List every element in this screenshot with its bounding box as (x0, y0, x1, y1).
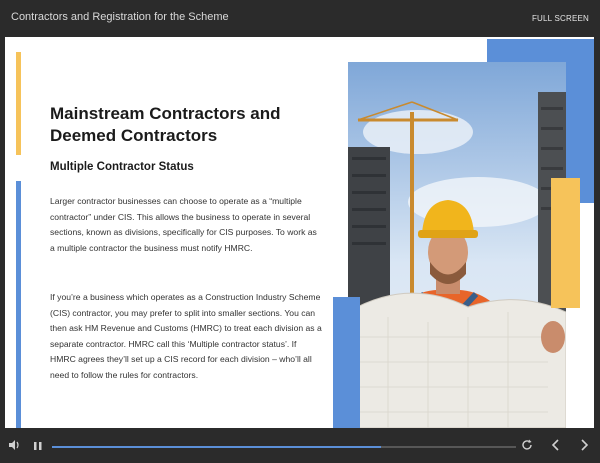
course-title: Contractors and Registration for the Sch… (11, 11, 229, 23)
slide-subheading: Multiple Contractor Status (50, 161, 194, 173)
chevron-left-icon[interactable] (549, 438, 563, 457)
player-controls (0, 430, 600, 463)
top-bar: Contractors and Registration for the Sch… (0, 0, 600, 36)
volume-icon[interactable] (7, 438, 21, 457)
accent-bar-blue (16, 181, 21, 428)
pause-icon[interactable] (32, 439, 44, 457)
progress-bar-fill (52, 446, 382, 448)
slide-heading: Mainstream Contractors and Deemed Contra… (50, 103, 320, 147)
slide-heading-line1: Mainstream Contractors and (50, 104, 281, 123)
replay-icon[interactable] (520, 438, 534, 457)
paragraph-2: If you’re a business which operates as a… (50, 292, 322, 380)
progress-bar[interactable] (52, 446, 516, 448)
construction-worker-photo (348, 62, 566, 428)
chevron-right-icon[interactable] (577, 438, 591, 457)
decorative-yellow-block (551, 178, 580, 308)
slide-canvas: Mainstream Contractors and Deemed Contra… (5, 37, 594, 428)
slide-heading-line2: Deemed Contractors (50, 126, 218, 145)
fullscreen-button[interactable]: FULL SCREEN (532, 14, 589, 23)
paragraph-1: Larger contractor businesses can choose … (50, 196, 317, 253)
decorative-blue-block-bottom (333, 297, 360, 428)
accent-bar-yellow (16, 52, 21, 155)
